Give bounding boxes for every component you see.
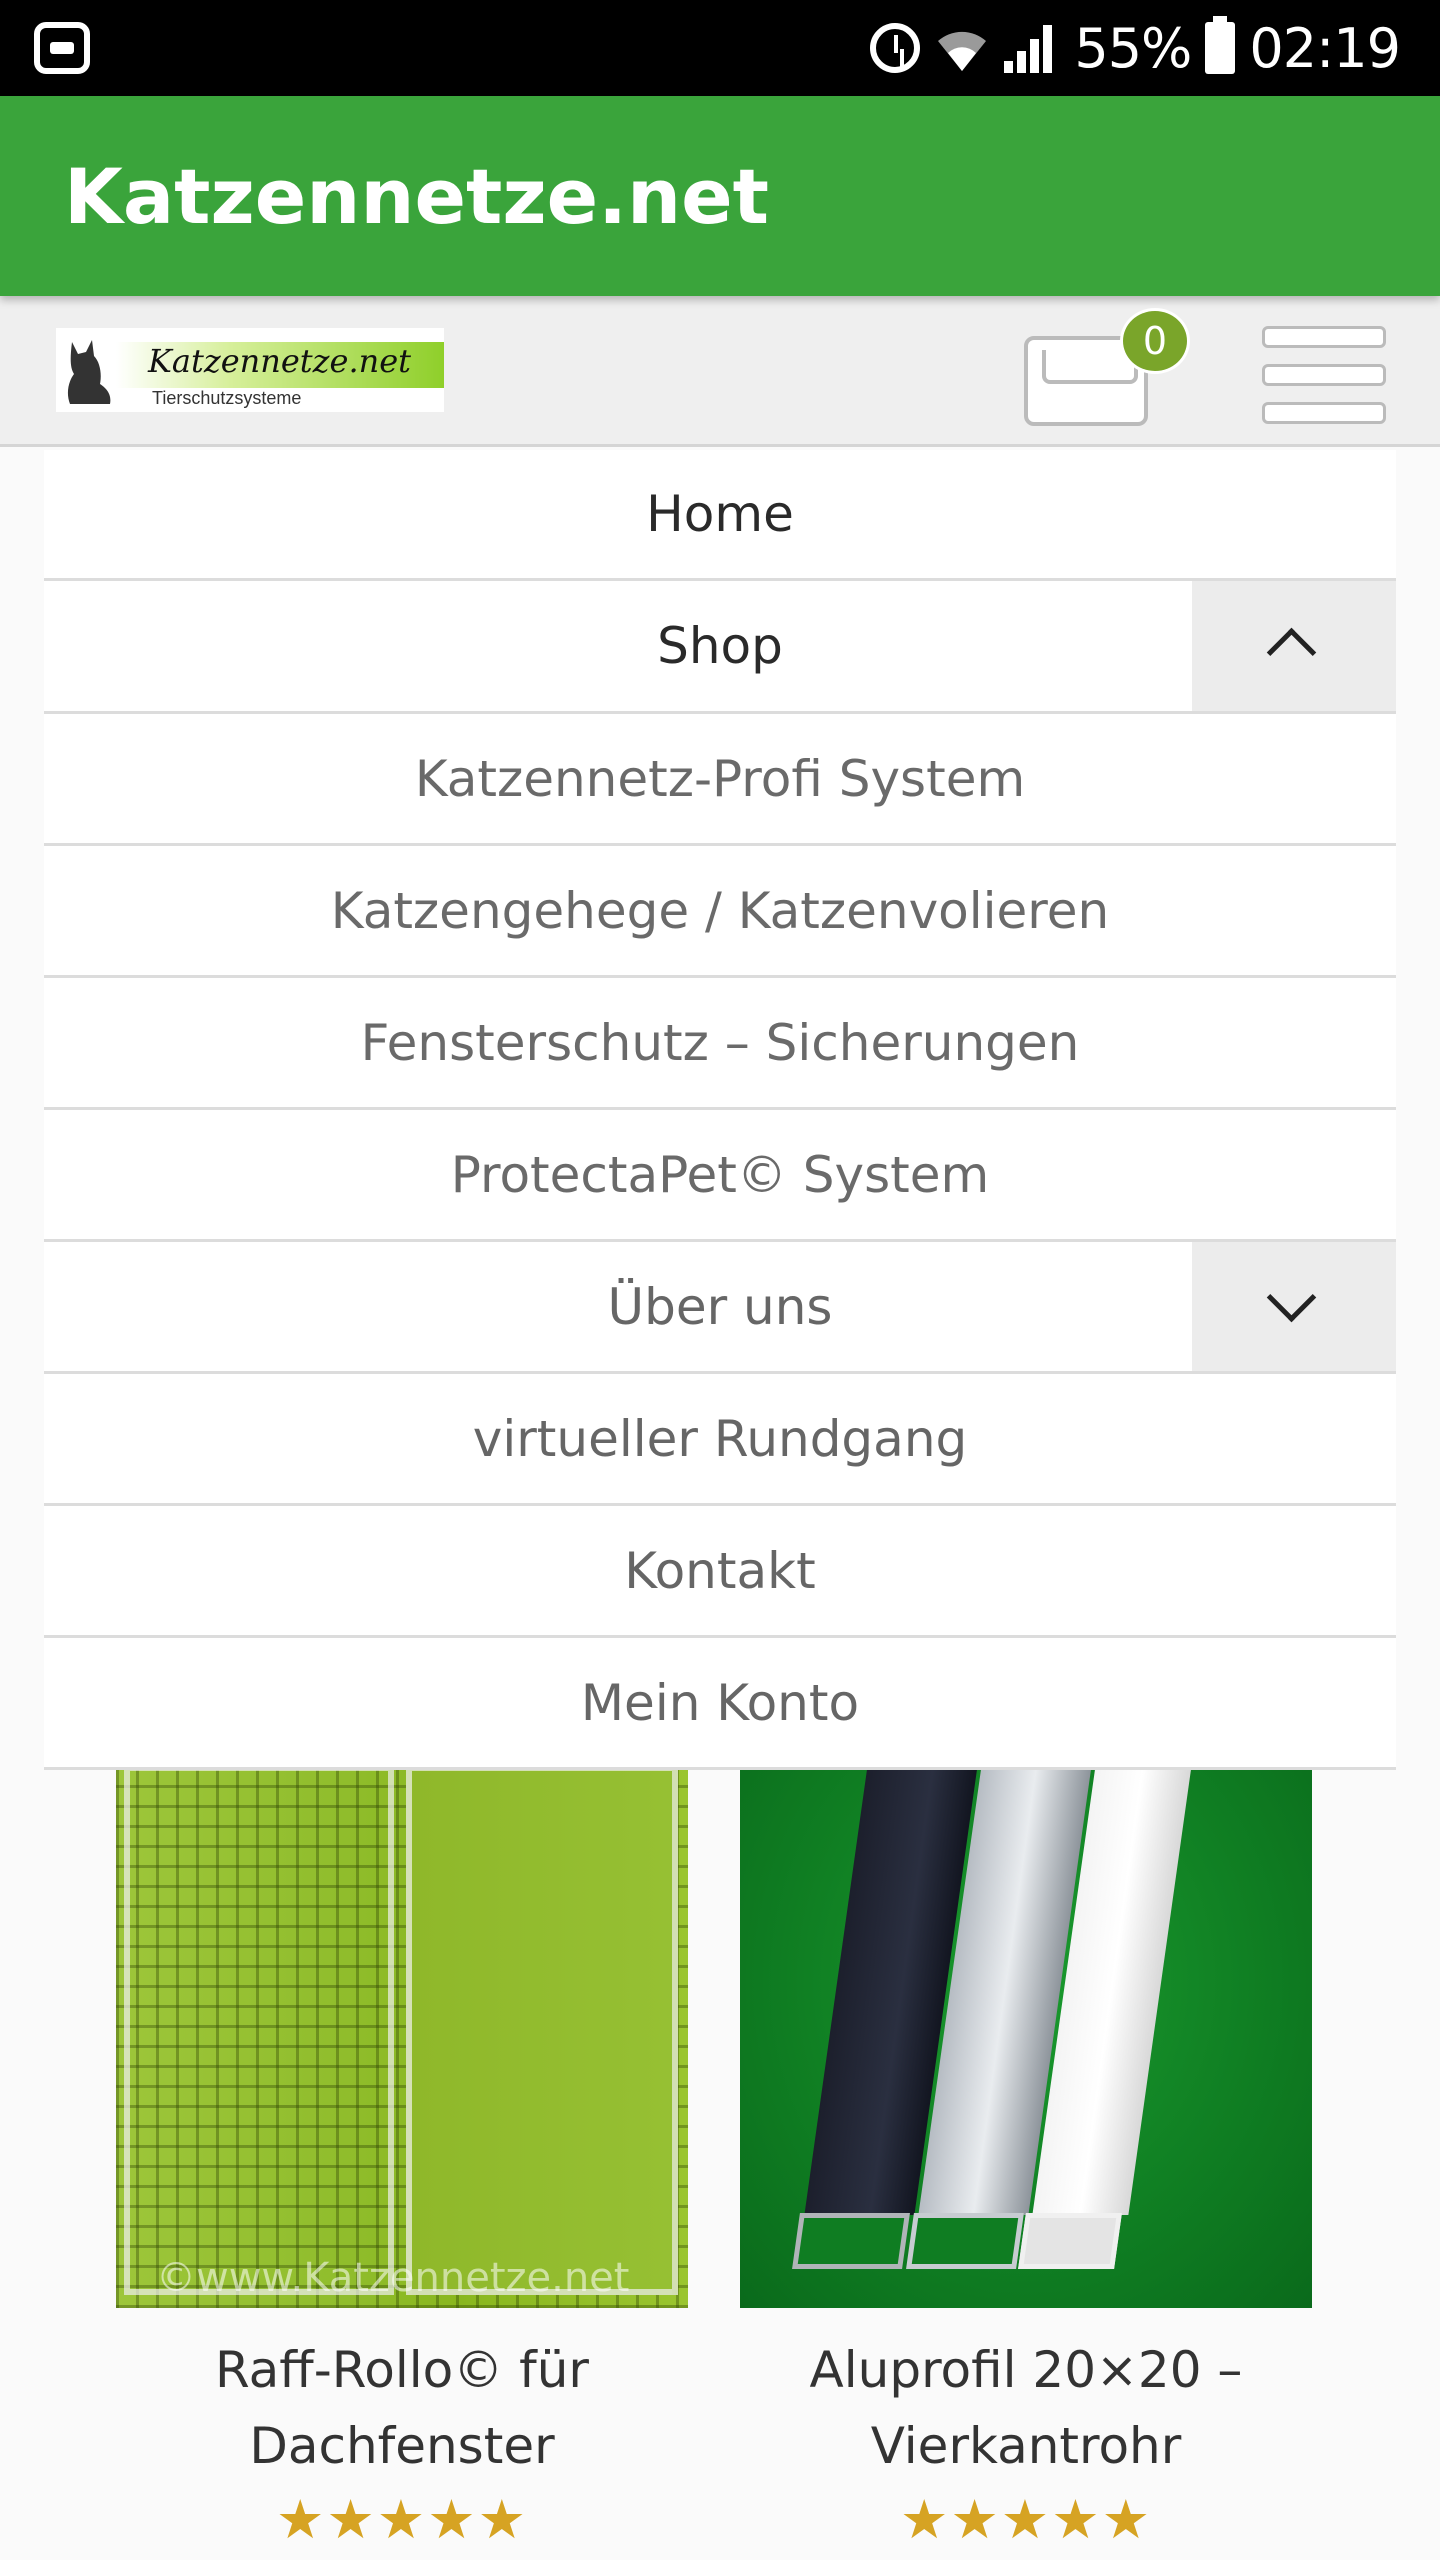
app-bar: Katzennetze.net (0, 96, 1440, 296)
menu-item-label: Über uns (607, 1277, 833, 1336)
menu-bar-icon (1262, 402, 1386, 424)
menu-button[interactable] (1262, 326, 1386, 436)
menu-item-label: Katzengehege / Katzenvolieren (330, 881, 1110, 940)
menu-item-label: Shop (657, 617, 783, 675)
menu-item-label: ProtectaPet© System (450, 1145, 990, 1204)
menu-item-label: Kontakt (624, 1541, 816, 1600)
app-title: Katzennetze.net (64, 152, 770, 241)
menu-item-kontakt[interactable]: Kontakt (44, 1506, 1396, 1638)
chevron-down-icon (1266, 1272, 1317, 1323)
nav-menu: Home Shop Katzennetz-Profi System Katzen… (44, 450, 1396, 1770)
product-title[interactable]: Raff-Rollo© für Dachfenster (126, 2332, 678, 2484)
signal-icon (1004, 23, 1060, 73)
logo-subtext: Tierschutzsysteme (152, 388, 302, 408)
cart-count-badge: 0 (1120, 308, 1190, 374)
clock: 02:19 (1249, 16, 1401, 80)
menu-item-label: Mein Konto (580, 1673, 860, 1732)
alarm-icon (870, 23, 921, 73)
menu-item-shop[interactable]: Shop (44, 581, 1396, 714)
rollo-frame (124, 1765, 394, 2295)
menu-item-fensterschutz[interactable]: Fensterschutz – Sicherungen (44, 978, 1396, 1110)
shop-submenu-toggle[interactable] (1192, 581, 1396, 711)
product-card[interactable]: ©www.Katzennetze.net Raff-Rollo© für Dac… (116, 1765, 688, 2560)
menu-item-home[interactable]: Home (44, 450, 1396, 581)
menu-item-label: Fensterschutz – Sicherungen (360, 1013, 1080, 1072)
menu-item-ueber-uns[interactable]: Über uns (44, 1242, 1396, 1374)
ueber-uns-submenu-toggle[interactable] (1192, 1242, 1396, 1371)
product-title[interactable]: Aluprofil 20×20 – Vierkantrohr (750, 2332, 1302, 2484)
menu-item-label: Home (646, 485, 794, 543)
product-image[interactable]: ©www.Katzennetze.net (116, 1765, 688, 2308)
menu-item-katzennetz-profi[interactable]: Katzennetz-Profi System (44, 714, 1396, 846)
rating-stars: ★★★★★ (899, 2488, 1153, 2551)
menu-item-virtueller-rundgang[interactable]: virtueller Rundgang (44, 1374, 1396, 1506)
alu-profile-end (1018, 2213, 1122, 2269)
site-logo[interactable]: Katzennetze.net Tierschutzsysteme (56, 328, 444, 412)
image-watermark: ©www.Katzennetze.net (156, 2255, 630, 2301)
cat-icon (67, 340, 111, 404)
product-image[interactable] (740, 1765, 1312, 2308)
menu-item-katzengehege[interactable]: Katzengehege / Katzenvolieren (44, 846, 1396, 978)
alu-profile-end (792, 2213, 910, 2269)
battery-percent: 55% (1074, 16, 1192, 80)
menu-bar-icon (1262, 326, 1386, 348)
battery-charging-icon (1205, 16, 1236, 74)
wifi-icon (934, 24, 990, 72)
rollo-frame (406, 1765, 678, 2295)
menu-bar-icon (1262, 364, 1386, 386)
menu-item-mein-konto[interactable]: Mein Konto (44, 1638, 1396, 1770)
cart-button[interactable]: 0 (1024, 308, 1190, 426)
app-icon (34, 22, 90, 74)
chevron-up-icon (1266, 627, 1317, 678)
menu-item-label: virtueller Rundgang (472, 1409, 968, 1468)
logo-text: Katzennetze.net (148, 342, 412, 380)
rating-stars: ★★★★★ (275, 2488, 529, 2551)
product-card[interactable]: Aluprofil 20×20 – Vierkantrohr ★★★★★ (740, 1765, 1312, 2560)
menu-item-protectapet[interactable]: ProtectaPet© System (44, 1110, 1396, 1242)
status-bar: 55% 02:19 (0, 0, 1440, 96)
alu-profile-end (906, 2213, 1024, 2269)
product-grid: ©www.Katzennetze.net Raff-Rollo© für Dac… (0, 1765, 1440, 2560)
site-header: Katzennetze.net Tierschutzsysteme 0 (0, 296, 1440, 447)
menu-item-label: Katzennetz-Profi System (414, 749, 1026, 808)
